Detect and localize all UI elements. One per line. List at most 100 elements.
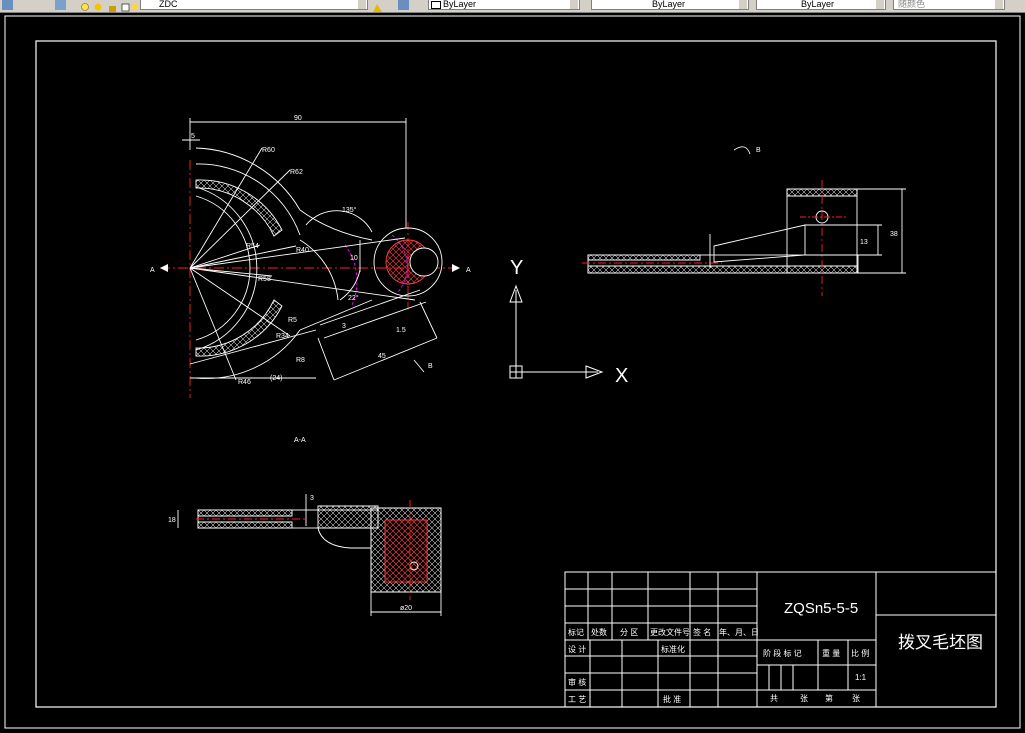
tb-mark: 标记 (568, 627, 584, 637)
arm-lower-edge (299, 299, 373, 331)
chevron-down-icon[interactable] (876, 0, 884, 9)
title-drawing-name: 拨叉毛坯图 (898, 633, 983, 652)
dim-r8: R8 (296, 357, 305, 364)
leader-r58 (189, 267, 273, 277)
dim-135: 135° (342, 206, 357, 214)
leader-r46 (189, 267, 237, 381)
layer-icon[interactable] (2, 0, 13, 10)
dim-90: 90 (294, 115, 302, 122)
tb-date: 年、月、日 (719, 627, 759, 637)
dim-r46: R46 (238, 379, 251, 386)
section-title: A-A (294, 437, 306, 444)
hatch-band-upper (195, 179, 283, 237)
tb-docno: 更改文件号 (650, 627, 690, 637)
dim-3-section: 3 (310, 495, 314, 502)
chevron-down-icon[interactable] (358, 0, 366, 9)
dim-r58: R58 (258, 276, 271, 283)
tb-scale-label: 比 例 (851, 648, 869, 658)
dim-r34: R34 (276, 333, 289, 340)
dim-135-arc (305, 210, 373, 233)
dim-r62: R62 (290, 169, 303, 176)
view-b-title: B (756, 147, 761, 154)
tb-sheet: 张 (852, 694, 860, 703)
plotstyle-combo[interactable]: 随颜色 (893, 0, 1005, 10)
dim-13: 13 (860, 239, 868, 246)
dim-18: 18 (168, 517, 176, 524)
tb-total: 共 (770, 694, 778, 703)
lineweight-combo-value: ByLayer (801, 0, 835, 9)
lever-top (319, 289, 421, 326)
title-material: ZQSn5-5-5 (784, 600, 858, 617)
leader-center-2 (189, 267, 416, 301)
dim-10: 10 (350, 255, 358, 262)
color-combo[interactable]: ByLayer (428, 0, 580, 10)
tb-process: 工 艺 (568, 695, 586, 704)
dim-20: ø20 (400, 605, 412, 612)
section-view[interactable] (177, 494, 442, 616)
tb-scale-value: 1:1 (855, 673, 867, 682)
sun-icon[interactable] (93, 0, 104, 11)
ucs-x-label: X (615, 365, 628, 387)
ucs-y-label: Y (510, 257, 523, 279)
boss-hole (409, 247, 439, 277)
arm-upper-edge (299, 209, 373, 241)
section-fillet (317, 527, 371, 549)
layer-combo[interactable]: ZDC (140, 0, 368, 10)
color-combo-value: ByLayer (443, 0, 477, 9)
tb-weight: 重 量 (822, 648, 840, 658)
section-marker-left: A (150, 267, 155, 274)
tb-sign: 签 名 (693, 627, 711, 637)
chevron-down-icon[interactable] (739, 0, 747, 9)
tb-stage: 阶 段 标 记 (763, 648, 802, 658)
front-view[interactable] (160, 118, 460, 398)
dim-3: 3 (342, 323, 346, 330)
section-lever-hatch (197, 509, 293, 517)
dim-5: 5 (191, 133, 195, 140)
view-b-taper (713, 224, 806, 263)
dim-r5: R5 (288, 317, 297, 324)
lock-icon[interactable] (107, 0, 118, 12)
view-b-lever-hatch (587, 265, 858, 274)
dim-45: 45 (378, 353, 386, 360)
plotstyle-combo-value: 随颜色 (898, 0, 926, 9)
lineweight-combo[interactable]: ByLayer (756, 0, 886, 10)
section-arrow-right (452, 264, 460, 272)
linetype-combo[interactable]: ByLayer (591, 0, 749, 10)
linetype-combo-value: ByLayer (652, 0, 686, 9)
ucs-icon (509, 284, 604, 379)
dim-r54: R54 (246, 243, 259, 250)
chevron-down-icon[interactable] (570, 0, 578, 9)
section-rib-hatch (317, 505, 379, 529)
tb-count: 处数 (591, 627, 607, 637)
view-b-arrow (733, 146, 751, 155)
dim-45-ext1 (317, 337, 335, 381)
section-lever-hatch-b (197, 521, 293, 529)
lightbulb-icon[interactable] (80, 0, 91, 11)
tb-design: 设 计 (568, 644, 586, 654)
layer-combo-value: ZDC (159, 0, 178, 9)
view-b-arrow-line (413, 359, 425, 373)
dim-1-5: 1.5 (396, 327, 406, 334)
tb-approve: 批 准 (663, 694, 681, 704)
tb-nth: 第 (825, 693, 833, 703)
section-marker-right: A (466, 267, 471, 274)
section-boss-hatch-red (384, 519, 428, 583)
lever-bottom (323, 301, 427, 339)
chevron-down-icon[interactable] (995, 0, 1003, 9)
drawing-canvas[interactable]: A A 90 5 R60 R62 R54 R40 R58 R34 R46 R5 … (0, 12, 1025, 733)
color-swatch-icon (431, 1, 441, 9)
section-arrow-left (160, 264, 168, 272)
view-b-arrow-label: B (428, 363, 433, 370)
dim-22: 22° (348, 294, 359, 302)
dim-24: (24) (270, 375, 282, 382)
dim-38: 38 (890, 231, 898, 238)
layer-previous-icon[interactable] (398, 0, 409, 10)
dim-45-ext2 (419, 301, 438, 339)
make-layer-current-icon[interactable] (372, 0, 383, 12)
view-b-lever-hatch-top (587, 254, 701, 261)
layer-manager-icon[interactable] (55, 0, 66, 10)
hatch-band-lower (195, 299, 283, 357)
view-b[interactable] (582, 146, 906, 296)
leader-r40 (189, 245, 297, 269)
tb-standard: 标准化 (661, 644, 685, 654)
